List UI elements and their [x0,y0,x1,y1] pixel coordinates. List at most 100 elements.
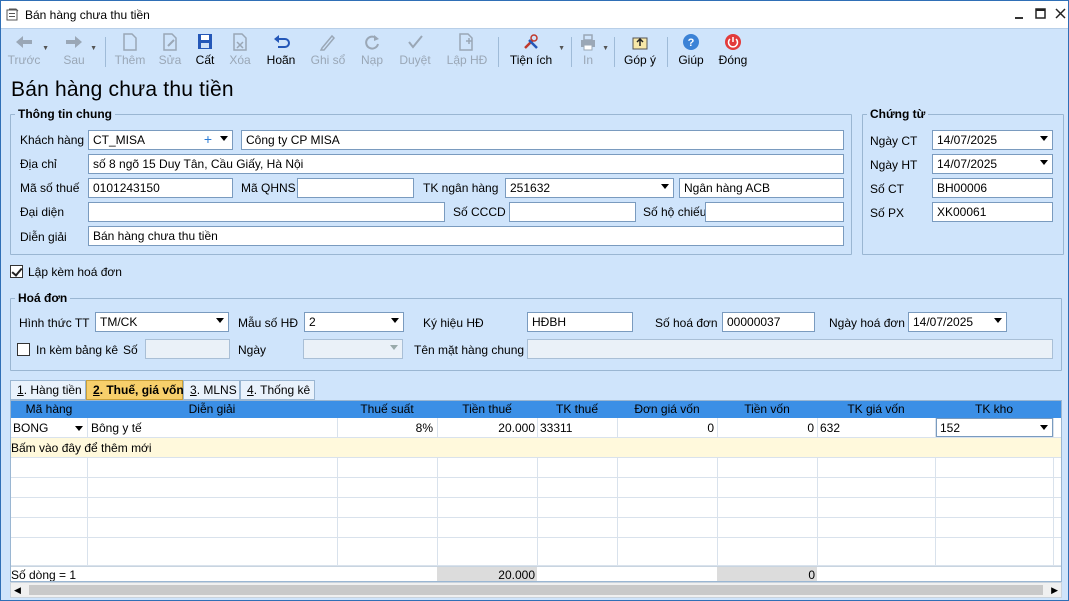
col-cost-account[interactable]: TK giá vốn [817,402,935,416]
invoice-symbol-field[interactable]: HĐBH [527,312,633,332]
tax-amount-cell[interactable]: 20.000 [441,421,535,435]
table-row[interactable] [11,458,1061,478]
invoice-template-combo[interactable]: 2 [304,312,404,332]
post-button[interactable]: Ghi sổ [307,31,349,71]
table-row[interactable] [11,498,1061,518]
add-button[interactable]: Thêm [113,31,147,71]
item-code-cell[interactable]: BONG [13,421,48,435]
with-invoice-checkbox[interactable] [10,265,23,278]
payment-method-combo[interactable]: TM/CK [95,312,229,332]
scroll-right-icon[interactable]: ▶ [1051,585,1058,596]
add-customer-icon[interactable]: + [204,131,212,147]
common-item-name-field[interactable] [527,339,1053,359]
chevron-down-icon[interactable] [661,184,669,189]
date-ht-picker[interactable]: 14/07/2025 [932,154,1053,174]
list-number-field[interactable] [145,339,230,359]
minimize-icon[interactable] [1009,5,1029,25]
horizontal-scrollbar[interactable]: ◀ ▶ [10,582,1062,598]
so-px-field[interactable]: XK00061 [932,202,1053,222]
create-invoice-button[interactable]: Lập HĐ [445,31,489,71]
tax-rate-cell[interactable]: 8% [341,421,433,435]
col-cost-amount[interactable]: Tiền vốn [717,402,817,416]
tab-goods-money[interactable]: 1. Hàng tiền [10,380,86,400]
bank-account-combo[interactable]: 251632 [505,178,674,198]
chevron-down-icon[interactable] [994,318,1002,323]
cost-account-cell[interactable]: 632 [820,421,840,435]
tab-tax-cost[interactable]: 2. Thuế, giá vốn [86,380,184,400]
edit-button[interactable]: Sửa [155,31,185,71]
scroll-left-icon[interactable]: ◀ [14,585,21,596]
chevron-down-icon[interactable] [391,318,399,323]
customer-name-field[interactable]: Công ty CP MISA [241,130,844,150]
utilities-label: Tiện ích [509,53,553,67]
chevron-down-icon[interactable] [75,426,83,431]
save-button[interactable]: Cất [191,31,219,71]
chevron-down-icon[interactable] [390,345,398,350]
col-warehouse-account[interactable]: TK kho [935,402,1053,416]
reload-button[interactable]: Nạp [357,31,387,71]
tax-code-field[interactable]: 0101243150 [88,178,233,198]
cost-amount-cell[interactable]: 0 [721,421,814,435]
description-field[interactable]: Bán hàng chưa thu tiền [88,226,844,246]
representative-field[interactable] [88,202,445,222]
address-label: Địa chỉ [20,157,57,171]
undo-label: Hoãn [266,53,296,67]
delete-button[interactable]: Xóa [225,31,255,71]
address-field[interactable]: số 8 ngõ 15 Duy Tân, Cầu Giấy, Hà Nội [88,154,844,174]
tab-statistics[interactable]: 4. Thống kê [240,380,315,400]
scroll-thumb[interactable] [29,585,1043,595]
svg-text:?: ? [688,37,695,49]
customer-code-combo[interactable]: CT_MISA + [88,130,233,150]
table-row[interactable] [11,518,1061,538]
post-label: Ghi sổ [310,53,346,67]
chevron-down-icon[interactable] [220,136,228,141]
col-tax-amount[interactable]: Tiền thuế [437,402,537,416]
utilities-button[interactable]: Tiện ích ▼ [509,31,565,71]
feedback-label: Góp ý [623,53,656,67]
col-item-code[interactable]: Mã hàng [11,402,87,416]
chevron-down-icon[interactable] [1040,160,1048,165]
next-button[interactable]: Sau ▼ [59,31,97,71]
table-row[interactable]: BONG Bông y tế 8% 20.000 33311 0 0 632 1… [11,418,1061,438]
chevron-down-icon[interactable] [216,318,224,323]
invoice-number-field[interactable]: 00000037 [722,312,815,332]
bank-name-field[interactable]: Ngân hàng ACB [679,178,844,198]
date-ct-picker[interactable]: 14/07/2025 [932,130,1053,150]
chevron-down-icon[interactable] [1040,425,1048,430]
help-button[interactable]: ? Giúp [675,31,707,71]
col-tax-account[interactable]: TK thuế [537,402,617,416]
chevron-down-icon[interactable] [1040,136,1048,141]
add-row-hint[interactable]: Bấm vào đây để thêm mới [11,441,152,455]
unit-cost-cell[interactable]: 0 [621,421,714,435]
warehouse-account-combo[interactable]: 152 [936,418,1053,437]
col-unit-cost[interactable]: Đơn giá vốn [617,402,717,416]
so-ct-field[interactable]: BH00006 [932,178,1053,198]
print-button[interactable]: In ▼ [577,31,609,71]
invoice-date-picker[interactable]: 14/07/2025 [908,312,1007,332]
description-cell[interactable]: Bông y tế [91,421,142,435]
tab-mlns[interactable]: 3. MLNS [183,380,240,400]
approve-button[interactable]: Duyệt [397,31,433,71]
printer-icon [581,34,595,51]
print-list-checkbox[interactable] [17,343,30,356]
maximize-icon[interactable] [1030,5,1050,25]
undo-button[interactable]: Hoãn [263,31,299,71]
customer-label: Khách hàng [20,133,85,147]
add-row[interactable]: Bấm vào đây để thêm mới [11,438,1061,458]
table-row[interactable] [11,538,1061,566]
table-row[interactable] [11,478,1061,498]
passport-field[interactable] [705,202,844,222]
tax-account-cell[interactable]: 33311 [540,421,572,435]
tab-label: . MLNS [196,383,237,397]
cccd-field[interactable] [509,202,636,222]
feedback-button[interactable]: Góp ý [621,31,659,71]
qhns-field[interactable] [297,178,414,198]
close-window-icon[interactable] [1050,5,1069,25]
prev-button[interactable]: Trước ▼ [7,31,49,71]
address-value: số 8 ngõ 15 Duy Tân, Cầu Giấy, Hà Nội [93,157,304,171]
col-description[interactable]: Diễn giải [87,402,337,416]
close-button[interactable]: Đóng [715,31,751,71]
col-tax-rate[interactable]: Thuế suất [337,402,437,416]
list-date-picker[interactable] [303,339,403,359]
window-title: Bán hàng chưa thu tiền [25,8,150,22]
